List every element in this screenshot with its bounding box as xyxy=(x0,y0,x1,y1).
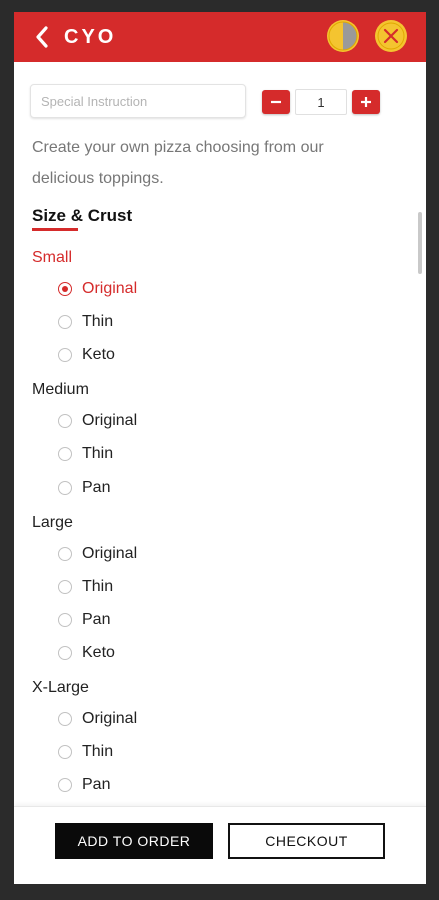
crust-option-small-thin[interactable]: Thin xyxy=(58,311,113,333)
checkout-button[interactable]: CHECKOUT xyxy=(228,823,385,859)
crust-option-small-original[interactable]: Original xyxy=(58,278,137,300)
back-button[interactable] xyxy=(28,22,56,52)
app-window: CYO 1 Create your own xyxy=(14,12,426,884)
add-to-order-button[interactable]: ADD TO ORDER xyxy=(55,823,213,859)
option-label: Thin xyxy=(82,743,114,760)
option-label: Thin xyxy=(82,313,114,330)
option-label: Keto xyxy=(82,644,115,661)
half-pizza-icon xyxy=(327,20,359,52)
scrollbar[interactable] xyxy=(418,212,422,274)
close-icon xyxy=(375,20,407,52)
option-label: Original xyxy=(82,545,138,562)
quantity-field[interactable]: 1 xyxy=(295,89,347,115)
option-label: Keto xyxy=(82,346,115,363)
page-title: CYO xyxy=(64,26,117,48)
crust-option-medium-pan[interactable]: Pan xyxy=(58,477,110,499)
size-label-medium: Medium xyxy=(32,381,89,398)
radio-button[interactable] xyxy=(58,778,72,792)
radio-button[interactable] xyxy=(58,481,72,495)
half-pizza-button[interactable] xyxy=(326,19,360,53)
crust-option-xlarge-original[interactable]: Original xyxy=(58,708,137,730)
option-label: Original xyxy=(82,412,138,429)
decrease-quantity-button[interactable] xyxy=(262,90,290,114)
radio-button[interactable] xyxy=(58,613,72,627)
top-bar: CYO xyxy=(14,12,426,62)
size-label-small: Small xyxy=(32,249,73,266)
crust-option-medium-thin[interactable]: Thin xyxy=(58,443,113,465)
crust-option-medium-original[interactable]: Original xyxy=(58,410,137,432)
size-label-large: Large xyxy=(32,514,73,531)
radio-button[interactable] xyxy=(58,712,72,726)
option-label: Original xyxy=(82,280,138,297)
description-text: Create your own pizza choosing from our … xyxy=(32,139,324,187)
crust-option-xlarge-thin[interactable]: Thin xyxy=(58,741,113,763)
crust-option-large-thin[interactable]: Thin xyxy=(58,576,113,598)
radio-button[interactable] xyxy=(58,282,72,296)
radio-button[interactable] xyxy=(58,447,72,461)
radio-button[interactable] xyxy=(58,414,72,428)
radio-button[interactable] xyxy=(58,745,72,759)
close-button[interactable] xyxy=(374,19,408,53)
section-title: Size & Crust xyxy=(32,206,133,225)
crust-option-xlarge-pan[interactable]: Pan xyxy=(58,774,110,796)
radio-button[interactable] xyxy=(58,580,72,594)
footer-bar: ADD TO ORDER CHECKOUT xyxy=(14,806,426,884)
plus-icon xyxy=(361,97,371,107)
crust-option-large-keto[interactable]: Keto xyxy=(58,642,115,664)
minus-icon xyxy=(271,100,281,104)
increase-quantity-button[interactable] xyxy=(352,90,380,114)
radio-button[interactable] xyxy=(58,547,72,561)
option-label: Original xyxy=(82,710,138,727)
option-label: Thin xyxy=(82,578,114,595)
crust-option-large-pan[interactable]: Pan xyxy=(58,609,110,631)
option-label: Thin xyxy=(82,445,114,462)
crust-option-small-keto[interactable]: Keto xyxy=(58,344,115,366)
special-instruction-input[interactable] xyxy=(30,84,246,118)
radio-button[interactable] xyxy=(58,646,72,660)
radio-button[interactable] xyxy=(58,348,72,362)
section-underline xyxy=(32,228,78,231)
size-label-xlarge: X-Large xyxy=(32,679,89,696)
radio-button[interactable] xyxy=(58,315,72,329)
chevron-left-icon xyxy=(36,26,48,48)
option-label: Pan xyxy=(82,776,111,793)
option-label: Pan xyxy=(82,479,111,496)
option-label: Pan xyxy=(82,611,111,628)
crust-option-large-original[interactable]: Original xyxy=(58,543,137,565)
